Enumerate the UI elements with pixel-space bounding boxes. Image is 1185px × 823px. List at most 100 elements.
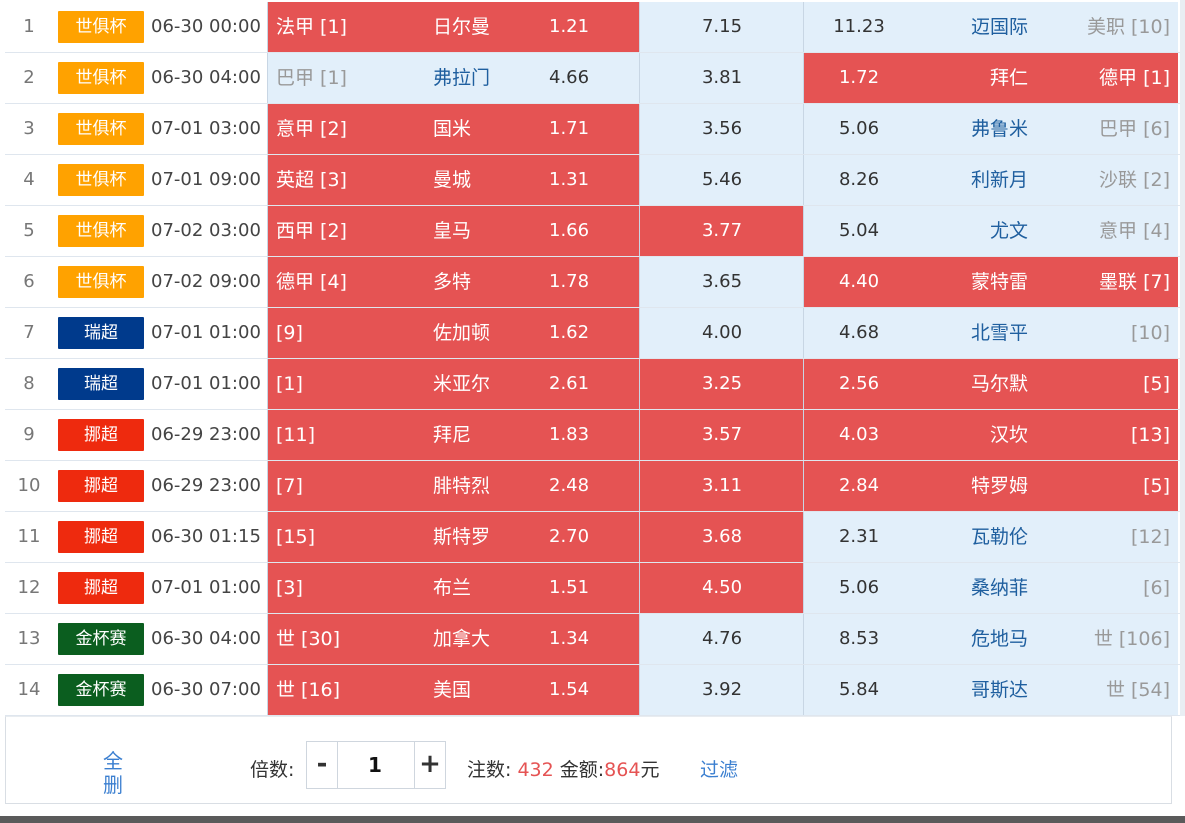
away-win-option[interactable]: 5.06 弗鲁米 巴甲 [6] — [803, 104, 1178, 154]
match-row: 5 世俱杯 07-02 03:00 西甲 [2] 皇马 1.66 3.77 5.04 尤文 意甲 … — [5, 206, 1180, 257]
match-index: 3 — [23, 118, 35, 139]
draw-option[interactable]: 3.65 — [639, 257, 804, 307]
match-index: 13 — [17, 628, 41, 649]
away-league-rank: [6] — [1143, 577, 1170, 599]
away-win-option[interactable]: 2.56 马尔默 [5] — [803, 359, 1178, 409]
away-win-option[interactable]: 5.06 桑纳菲 [6] — [803, 563, 1178, 613]
amount-value: 864 — [604, 759, 641, 781]
match-index: 2 — [23, 67, 35, 88]
away-team-name: 拜仁 — [989, 67, 1028, 89]
away-win-odds: 2.56 — [838, 373, 880, 394]
home-win-option[interactable]: 西甲 [2] 皇马 1.66 — [267, 206, 640, 256]
home-win-option[interactable]: 法甲 [1] 日尔曼 1.21 — [267, 2, 640, 52]
match-index: 11 — [17, 526, 41, 547]
away-win-odds: 8.26 — [838, 169, 880, 190]
scrollbar-track[interactable] — [1180, 0, 1185, 716]
home-win-option[interactable]: [1] 米亚尔 2.61 — [267, 359, 640, 409]
away-win-option[interactable]: 1.72 拜仁 德甲 [1] — [803, 53, 1178, 103]
away-win-odds: 4.68 — [838, 322, 880, 343]
match-row: 11 挪超 06-30 01:15 [15] 斯特罗 2.70 3.68 2.31 瓦勒伦 [12… — [5, 512, 1180, 563]
home-team-name: 腓特烈 — [433, 475, 491, 497]
away-win-option[interactable]: 5.84 哥斯达 世 [54] — [803, 665, 1178, 715]
draw-option[interactable]: 4.00 — [639, 308, 804, 358]
bets-label: 注数: — [467, 759, 512, 781]
away-win-odds: 4.03 — [838, 424, 880, 445]
away-win-option[interactable]: 11.23 迈国际 美职 [10] — [803, 2, 1178, 52]
home-win-option[interactable]: [7] 腓特烈 2.48 — [267, 461, 640, 511]
away-win-option[interactable]: 4.68 北雪平 [10] — [803, 308, 1178, 358]
draw-option[interactable]: 3.92 — [639, 665, 804, 715]
home-win-option[interactable]: [11] 拜尼 1.83 — [267, 410, 640, 460]
home-win-option[interactable]: [9] 佐加顿 1.62 — [267, 308, 640, 358]
away-win-option[interactable]: 4.40 蒙特雷 墨联 [7] — [803, 257, 1178, 307]
home-win-odds: 2.61 — [549, 373, 590, 394]
away-league-rank: [10] — [1130, 322, 1170, 344]
match-time: 06-30 07:00 — [151, 679, 261, 700]
bets-count: 432 — [517, 759, 554, 781]
multiplier-input[interactable] — [338, 742, 412, 788]
multiplier-stepper: - + — [306, 741, 446, 789]
delete-all-button[interactable]: 全删 — [100, 749, 126, 797]
match-row: 13 金杯赛 06-30 04:00 世 [30] 加拿大 1.34 4.76 8.53 危地马… — [5, 614, 1180, 665]
home-team-name: 布兰 — [433, 577, 472, 599]
league-badge: 世俱杯 — [58, 11, 144, 43]
match-time: 06-30 04:00 — [151, 67, 261, 88]
away-league-rank: 美职 [10] — [1086, 16, 1170, 38]
draw-option[interactable]: 4.76 — [639, 614, 804, 664]
away-win-option[interactable]: 8.26 利新月 沙联 [2] — [803, 155, 1178, 205]
home-team-name: 弗拉门 — [433, 67, 491, 89]
away-win-option[interactable]: 4.03 汉坎 [13] — [803, 410, 1178, 460]
draw-option[interactable]: 3.11 — [639, 461, 804, 511]
away-win-option[interactable]: 5.04 尤文 意甲 [4] — [803, 206, 1178, 256]
match-row: 3 世俱杯 07-01 03:00 意甲 [2] 国米 1.71 3.56 5.06 弗鲁米 巴甲… — [5, 104, 1180, 155]
away-win-option[interactable]: 2.84 特罗姆 [5] — [803, 461, 1178, 511]
draw-option[interactable]: 3.77 — [639, 206, 804, 256]
away-league-rank: 世 [54] — [1105, 679, 1170, 701]
home-win-option[interactable]: 英超 [3] 曼城 1.31 — [267, 155, 640, 205]
match-row: 8 瑞超 07-01 01:00 [1] 米亚尔 2.61 3.25 2.56 马尔默 [5] — [5, 359, 1180, 410]
draw-option[interactable]: 3.56 — [639, 104, 804, 154]
away-team-name: 蒙特雷 — [970, 271, 1028, 293]
draw-option[interactable]: 3.57 — [639, 410, 804, 460]
away-win-odds: 4.40 — [838, 271, 880, 292]
home-league-rank: [9] — [276, 322, 303, 344]
home-win-option[interactable]: 巴甲 [1] 弗拉门 4.66 — [267, 53, 640, 103]
multiplier-label: 倍数: — [250, 759, 295, 781]
home-league-rank: 意甲 [2] — [276, 118, 347, 140]
draw-option[interactable]: 5.46 — [639, 155, 804, 205]
home-win-option[interactable]: 意甲 [2] 国米 1.71 — [267, 104, 640, 154]
match-time: 07-01 01:00 — [151, 373, 261, 394]
home-win-option[interactable]: [3] 布兰 1.51 — [267, 563, 640, 613]
draw-option[interactable]: 3.68 — [639, 512, 804, 562]
amount-unit: 元 — [640, 759, 660, 781]
home-win-option[interactable]: [15] 斯特罗 2.70 — [267, 512, 640, 562]
away-league-rank: [12] — [1130, 526, 1170, 548]
increase-multiplier-button[interactable]: + — [414, 742, 445, 788]
draw-option[interactable]: 7.15 — [639, 2, 804, 52]
draw-option[interactable]: 4.50 — [639, 563, 804, 613]
league-badge: 挪超 — [58, 521, 144, 553]
draw-option[interactable]: 3.81 — [639, 53, 804, 103]
away-win-odds: 2.31 — [838, 526, 880, 547]
home-league-rank: 世 [30] — [276, 628, 341, 650]
home-team-name: 斯特罗 — [433, 526, 491, 548]
filter-button[interactable]: 过滤 — [700, 755, 738, 782]
away-league-rank: 巴甲 [6] — [1099, 118, 1170, 140]
home-win-option[interactable]: 德甲 [4] 多特 1.78 — [267, 257, 640, 307]
away-win-option[interactable]: 2.31 瓦勒伦 [12] — [803, 512, 1178, 562]
match-index: 7 — [23, 322, 35, 343]
away-league-rank: 墨联 [7] — [1099, 271, 1170, 293]
draw-option[interactable]: 3.25 — [639, 359, 804, 409]
away-league-rank: 德甲 [1] — [1099, 67, 1170, 89]
league-badge: 世俱杯 — [58, 164, 144, 196]
home-team-name: 加拿大 — [433, 628, 491, 650]
away-win-option[interactable]: 8.53 危地马 世 [106] — [803, 614, 1178, 664]
home-win-odds: 1.31 — [549, 169, 590, 190]
decrease-multiplier-button[interactable]: - — [307, 742, 338, 788]
away-team-name: 马尔默 — [970, 373, 1028, 395]
match-row: 2 世俱杯 06-30 04:00 巴甲 [1] 弗拉门 4.66 3.81 1.72 拜仁 德甲… — [5, 53, 1180, 104]
match-time: 07-01 01:00 — [151, 322, 261, 343]
home-win-option[interactable]: 世 [30] 加拿大 1.34 — [267, 614, 640, 664]
home-win-option[interactable]: 世 [16] 美国 1.54 — [267, 665, 640, 715]
match-time: 06-30 00:00 — [151, 16, 261, 37]
